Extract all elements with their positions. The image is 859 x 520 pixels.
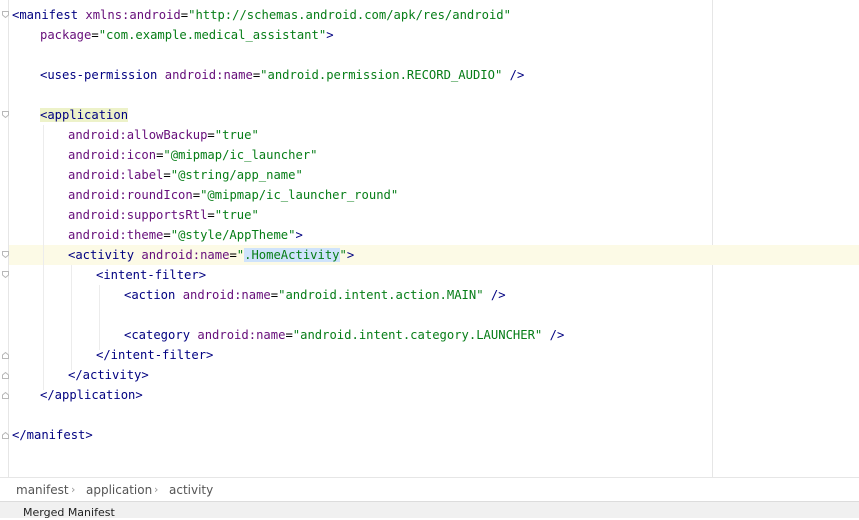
breadcrumb-item-manifest[interactable]: manifest: [16, 478, 69, 502]
indent-guide: [43, 125, 44, 390]
fold-end-icon[interactable]: [2, 392, 9, 399]
code-line: <application: [40, 108, 129, 122]
editor-bottom-tabs: Merged Manifest: [0, 501, 859, 520]
code-line: <action android:name="android.intent.act…: [124, 288, 506, 302]
code-line: package="com.example.medical_assistant">: [40, 28, 334, 42]
code-line: <manifest xmlns:android="http://schemas.…: [12, 8, 511, 22]
editor-gutter[interactable]: [0, 0, 9, 477]
code-line: </activity>: [68, 368, 149, 382]
fold-toggle-icon[interactable]: [2, 11, 9, 18]
fold-end-icon[interactable]: [2, 352, 9, 359]
code-line: android:supportsRtl="true": [68, 208, 259, 222]
tab-merged-manifest[interactable]: Merged Manifest: [23, 506, 115, 520]
breadcrumb-item-activity[interactable]: activity: [169, 478, 213, 502]
code-editor[interactable]: <manifest xmlns:android="http://schemas.…: [0, 0, 859, 477]
code-line: <uses-permission android:name="android.p…: [40, 68, 525, 82]
code-line: android:icon="@mipmap/ic_launcher": [68, 148, 318, 162]
chevron-right-icon: ›: [154, 483, 159, 496]
matched-tag-highlight: application: [47, 108, 129, 122]
indent-guide: [71, 265, 72, 370]
code-line: android:allowBackup="true": [68, 128, 259, 142]
right-margin-guide: [712, 0, 713, 477]
breadcrumb-item-application[interactable]: application: [86, 478, 152, 502]
code-line: android:theme="@style/AppTheme">: [68, 228, 303, 242]
code-line: </manifest>: [12, 428, 93, 442]
fold-end-icon[interactable]: [2, 372, 9, 379]
breadcrumb: manifest › application › activity: [0, 477, 859, 502]
code-line: <intent-filter>: [96, 268, 207, 282]
code-line: </application>: [40, 388, 143, 402]
fold-end-icon[interactable]: [2, 432, 9, 439]
code-line-current: <activity android:name=".HomeActivity">: [68, 248, 355, 262]
indent-guide: [99, 285, 100, 350]
selected-text: .HomeActivity: [244, 248, 340, 262]
fold-toggle-icon[interactable]: [2, 251, 9, 258]
fold-toggle-icon[interactable]: [2, 271, 9, 278]
code-line: android:label="@string/app_name": [68, 168, 303, 182]
code-line: </intent-filter>: [96, 348, 214, 362]
fold-toggle-icon[interactable]: [2, 111, 9, 118]
chevron-right-icon: ›: [71, 483, 76, 496]
code-line: <category android:name="android.intent.c…: [124, 328, 565, 342]
code-line: android:roundIcon="@mipmap/ic_launcher_r…: [68, 188, 399, 202]
